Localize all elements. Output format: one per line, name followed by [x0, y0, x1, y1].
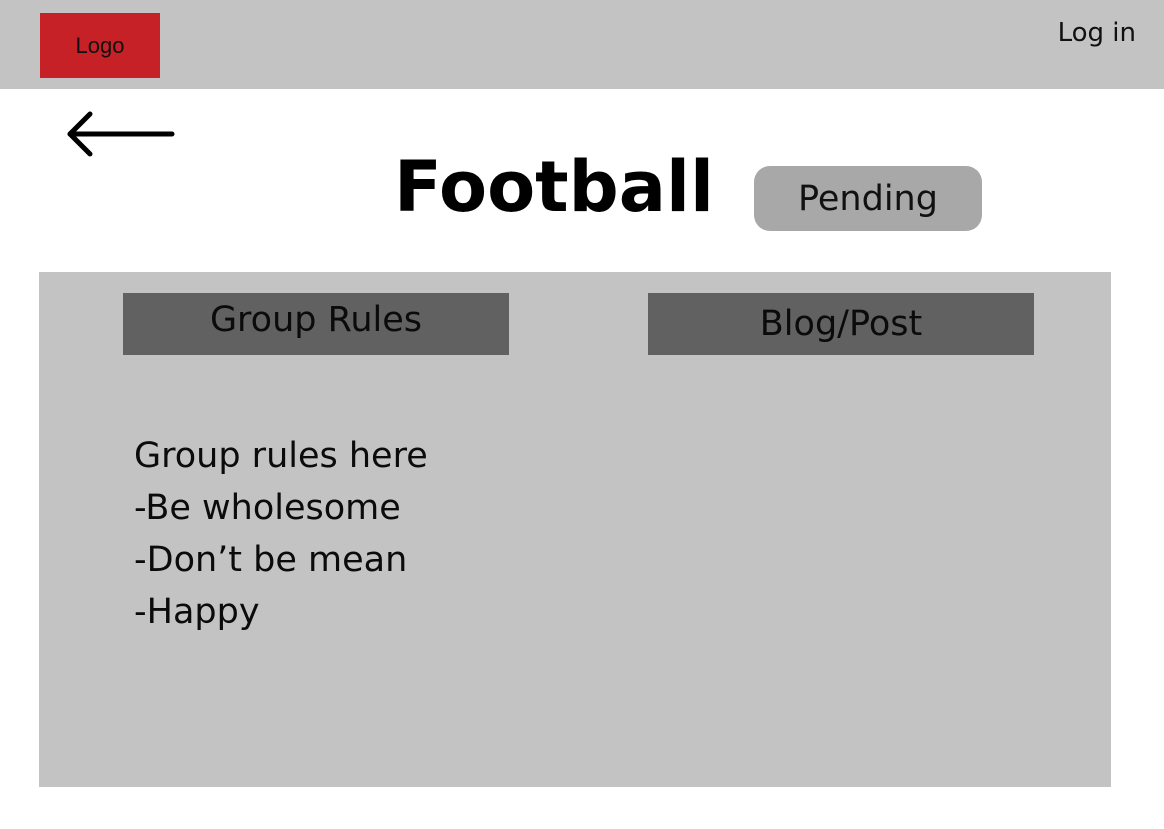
group-rules-list: Group rules here -Be wholesome -Don’t be…	[134, 430, 428, 638]
logo[interactable]: Logo	[40, 13, 160, 78]
rule-item: -Happy	[134, 592, 260, 632]
status-badge[interactable]: Pending	[754, 166, 982, 231]
login-link[interactable]: Log in	[1058, 18, 1136, 48]
status-badge-label: Pending	[798, 178, 938, 219]
tab-group-rules[interactable]: Group Rules	[123, 293, 509, 355]
tab-blog-post[interactable]: Blog/Post	[648, 293, 1034, 355]
back-button[interactable]	[64, 108, 176, 162]
tab-group-rules-label: Group Rules	[209, 300, 423, 340]
top-bar: Logo Log in	[0, 0, 1164, 89]
rule-item: -Be wholesome	[134, 488, 401, 528]
rules-heading: Group rules here	[134, 436, 428, 476]
logo-label: Logo	[75, 32, 125, 58]
tab-blog-post-label: Blog/Post	[759, 304, 923, 344]
rule-item: -Don’t be mean	[134, 540, 408, 580]
page-title: Football	[394, 146, 714, 228]
content-panel: Group Rules Blog/Post Group rules here -…	[39, 272, 1111, 787]
arrow-left-icon	[67, 111, 175, 157]
